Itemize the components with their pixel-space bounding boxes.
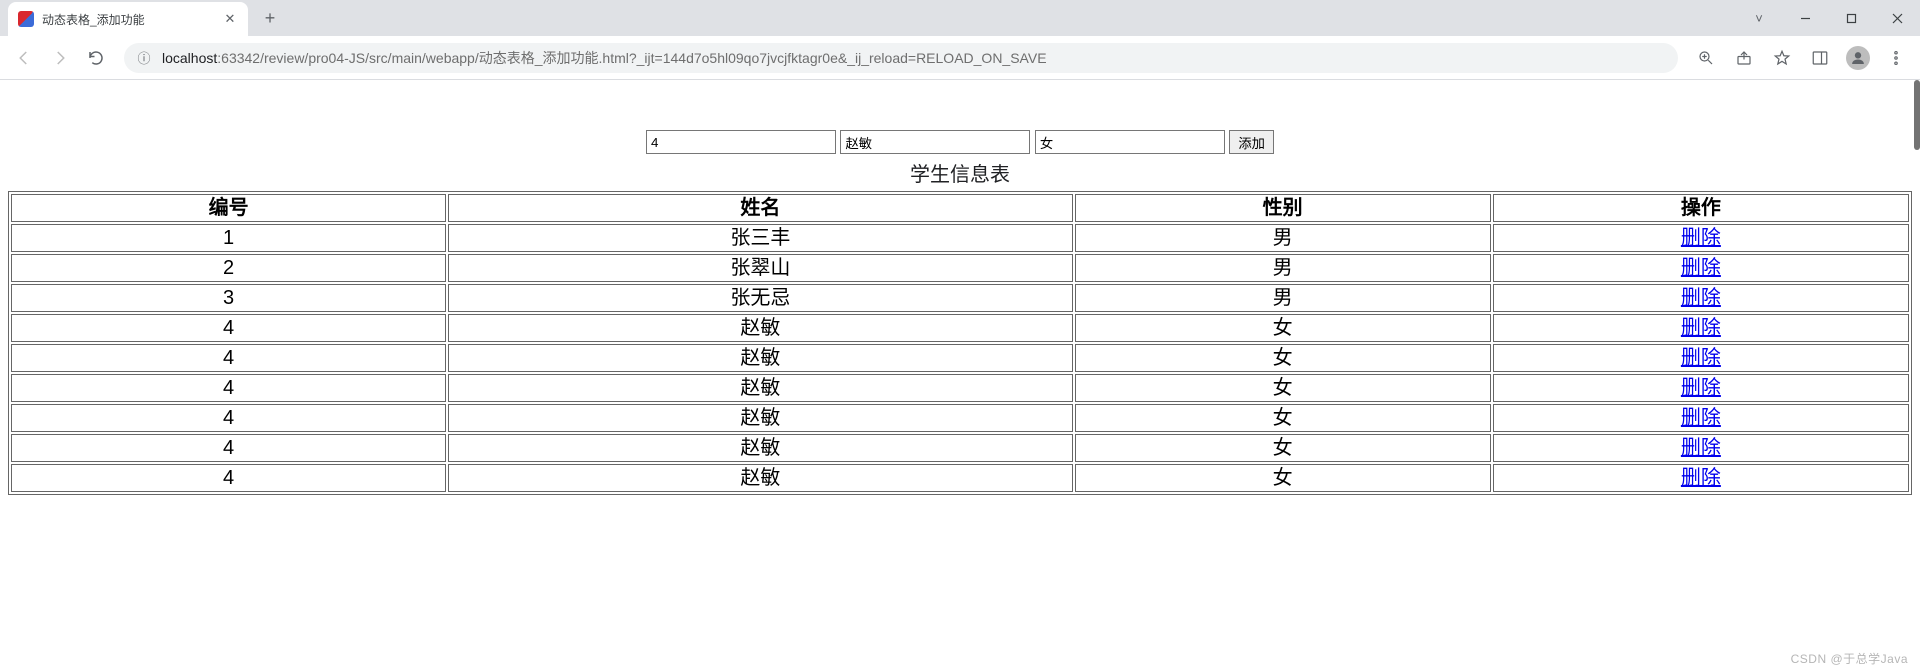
cell-id: 4: [11, 434, 446, 462]
cell-id: 4: [11, 404, 446, 432]
cell-id: 1: [11, 224, 446, 252]
delete-link[interactable]: 删除: [1681, 377, 1721, 399]
favicon-icon: [18, 11, 34, 27]
bookmark-icon[interactable]: [1766, 42, 1798, 74]
table-row: 4赵敏女 删除: [11, 464, 1909, 492]
delete-link[interactable]: 删除: [1681, 467, 1721, 489]
cell-name: 赵敏: [448, 374, 1072, 402]
site-info-icon[interactable]: ⓘ: [136, 50, 152, 66]
cell-gender: 男: [1075, 254, 1491, 282]
student-table: 学生信息表 编号 姓名 性别 操作 1张三丰男删除2张翠山男删除3张无忌男删除4…: [8, 154, 1912, 495]
address-bar[interactable]: ⓘ localhost:63342/review/pro04-JS/src/ma…: [124, 43, 1678, 73]
cell-op: 删除: [1493, 284, 1909, 312]
delete-link[interactable]: 删除: [1681, 227, 1721, 249]
id-input[interactable]: [646, 130, 836, 154]
cell-op: 删除: [1493, 464, 1909, 492]
cell-id: 4: [11, 464, 446, 492]
url-path: :63342/review/pro04-JS/src/main/webapp/动…: [217, 50, 1046, 66]
side-panel-icon[interactable]: [1804, 42, 1836, 74]
window-maximize-button[interactable]: [1828, 0, 1874, 36]
delete-link[interactable]: 删除: [1681, 317, 1721, 339]
reload-button[interactable]: [80, 42, 112, 74]
watermark: CSDN @于总学Java: [1791, 650, 1908, 667]
table-header-row: 编号 姓名 性别 操作: [11, 194, 1909, 222]
cell-op: 删除: [1493, 254, 1909, 282]
cell-name: 赵敏: [448, 314, 1072, 342]
cell-name: 赵敏: [448, 464, 1072, 492]
tab-strip: 动态表格_添加功能 ✕ + ˅: [0, 0, 1920, 36]
cell-op: 删除: [1493, 314, 1909, 342]
cell-id: 4: [11, 344, 446, 372]
table-caption: 学生信息表: [8, 154, 1912, 191]
toolbar-right: [1690, 42, 1912, 74]
cell-name: 张三丰: [448, 224, 1072, 252]
back-button[interactable]: [8, 42, 40, 74]
table-row: 1张三丰男 删除: [11, 224, 1909, 252]
browser-tab[interactable]: 动态表格_添加功能 ✕: [8, 2, 248, 36]
browser-chrome: 动态表格_添加功能 ✕ + ˅ ⓘ: [0, 0, 1920, 80]
close-tab-icon[interactable]: ✕: [222, 11, 238, 27]
cell-name: 赵敏: [448, 404, 1072, 432]
delete-link[interactable]: 删除: [1681, 257, 1721, 279]
window-close-button[interactable]: [1874, 0, 1920, 36]
cell-gender: 女: [1075, 434, 1491, 462]
cell-name: 赵敏: [448, 344, 1072, 372]
cell-gender: 女: [1075, 404, 1491, 432]
url-host: localhost: [162, 50, 217, 66]
add-form: 添加: [0, 130, 1920, 154]
delete-link[interactable]: 删除: [1681, 407, 1721, 429]
url-text: localhost:63342/review/pro04-JS/src/main…: [162, 48, 1666, 68]
cell-gender: 女: [1075, 374, 1491, 402]
cell-gender: 男: [1075, 224, 1491, 252]
profile-button[interactable]: [1842, 42, 1874, 74]
name-input[interactable]: [840, 130, 1030, 154]
table-row: 4赵敏女 删除: [11, 434, 1909, 462]
scroll-accent: [1914, 80, 1920, 150]
table-row: 4赵敏女 删除: [11, 374, 1909, 402]
zoom-icon[interactable]: [1690, 42, 1722, 74]
cell-name: 张无忌: [448, 284, 1072, 312]
table-row: 4赵敏女 删除: [11, 344, 1909, 372]
cell-name: 赵敏: [448, 434, 1072, 462]
cell-gender: 女: [1075, 464, 1491, 492]
table-row: 2张翠山男 删除: [11, 254, 1909, 282]
page-content: 添加 学生信息表 编号 姓名 性别 操作 1张三丰男删除2张翠山男删除3张无忌男…: [0, 80, 1920, 495]
cell-op: 删除: [1493, 374, 1909, 402]
cell-gender: 女: [1075, 344, 1491, 372]
cell-op: 删除: [1493, 404, 1909, 432]
table-row: 4赵敏女 删除: [11, 314, 1909, 342]
tab-overflow-icon[interactable]: ˅: [1736, 0, 1782, 36]
delete-link[interactable]: 删除: [1681, 347, 1721, 369]
cell-op: 删除: [1493, 224, 1909, 252]
forward-button[interactable]: [44, 42, 76, 74]
header-gender: 性别: [1075, 194, 1491, 222]
cell-id: 4: [11, 374, 446, 402]
cell-name: 张翠山: [448, 254, 1072, 282]
gender-input[interactable]: [1035, 130, 1225, 154]
cell-gender: 女: [1075, 314, 1491, 342]
add-button[interactable]: 添加: [1229, 130, 1274, 154]
window-minimize-button[interactable]: [1782, 0, 1828, 36]
new-tab-button[interactable]: +: [256, 4, 284, 32]
cell-op: 删除: [1493, 344, 1909, 372]
table-row: 4赵敏女 删除: [11, 404, 1909, 432]
table-row: 3张无忌男 删除: [11, 284, 1909, 312]
cell-op: 删除: [1493, 434, 1909, 462]
header-op: 操作: [1493, 194, 1909, 222]
tab-title: 动态表格_添加功能: [42, 11, 214, 28]
header-name: 姓名: [448, 194, 1072, 222]
delete-link[interactable]: 删除: [1681, 437, 1721, 459]
cell-id: 2: [11, 254, 446, 282]
share-icon[interactable]: [1728, 42, 1760, 74]
window-controls: ˅: [1736, 0, 1920, 36]
header-id: 编号: [11, 194, 446, 222]
cell-id: 3: [11, 284, 446, 312]
delete-link[interactable]: 删除: [1681, 287, 1721, 309]
kebab-menu-icon[interactable]: [1880, 42, 1912, 74]
cell-gender: 男: [1075, 284, 1491, 312]
cell-id: 4: [11, 314, 446, 342]
browser-toolbar: ⓘ localhost:63342/review/pro04-JS/src/ma…: [0, 36, 1920, 80]
